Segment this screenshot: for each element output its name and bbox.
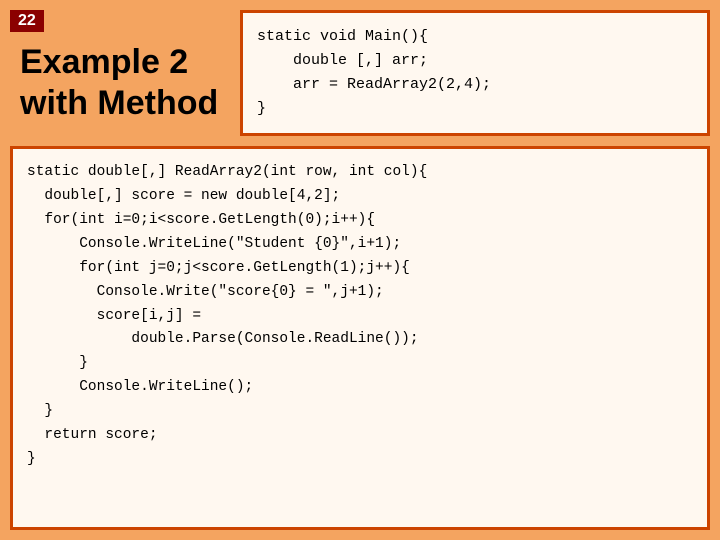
slide-title: Example 2 with Method (20, 42, 220, 124)
top-code-block: static void Main(){ double [,] arr; arr … (240, 10, 710, 136)
slide-number: 22 (10, 10, 44, 32)
bottom-code-block: static double[,] ReadArray2(int row, int… (10, 146, 710, 530)
top-section: 22 Example 2 with Method static void Mai… (0, 0, 720, 136)
slide-container: 22 Example 2 with Method static void Mai… (0, 0, 720, 540)
title-area: 22 Example 2 with Method (10, 10, 230, 136)
